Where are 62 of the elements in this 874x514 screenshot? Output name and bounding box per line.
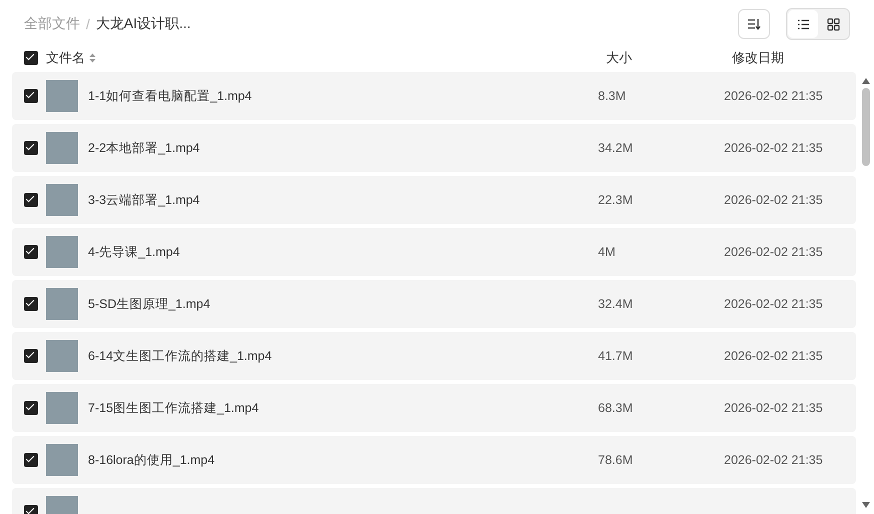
modified-date: 2026-02-02 21:35 [724, 89, 823, 103]
sort-button[interactable] [738, 9, 770, 39]
checkbox[interactable] [24, 245, 38, 259]
file-size: 34.2M [598, 141, 634, 155]
thumbnail-placeholder [46, 132, 78, 164]
checkbox[interactable] [24, 89, 38, 103]
column-header[interactable]: 文件名 [46, 49, 85, 67]
file-size: 8.3M [598, 89, 627, 103]
checkbox[interactable] [24, 141, 38, 155]
file-row[interactable]: 3-3云端部署_1.mp4 22.3M 2026-02-02 21:35 [12, 176, 856, 224]
file-name: 5-SD生图原理_1.mp4 [88, 296, 212, 312]
breadcrumb-item[interactable]: 大龙AI设计职... [96, 15, 191, 33]
modified-date: 2026-02-02 21:35 [724, 193, 823, 207]
file-size: 4M [598, 245, 616, 259]
thumbnail-placeholder [46, 236, 78, 268]
file-name: 6-14文生图工作流的搭建_1.mp4 [88, 348, 273, 364]
list-view-button[interactable] [788, 10, 818, 38]
scroll-up-icon[interactable] [862, 78, 870, 84]
file-name: 4-先导课_1.mp4 [88, 244, 181, 260]
file-name: 3-3云端部署_1.mp4 [88, 192, 201, 208]
file-row[interactable]: 5-SD生图原理_1.mp4 32.4M 2026-02-02 21:35 [12, 280, 856, 328]
file-row[interactable]: 8-16lora的使用_1.mp4 78.6M 2026-02-02 21:35 [12, 436, 856, 484]
checkbox[interactable] [24, 51, 38, 65]
checkbox[interactable] [24, 297, 38, 311]
file-size: 32.4M [598, 297, 634, 311]
modified-date: 2026-02-02 21:35 [724, 453, 823, 467]
thumbnail-placeholder [46, 184, 78, 216]
file-row[interactable]: 2-2本地部署_1.mp4 34.2M 2026-02-02 21:35 [12, 124, 856, 172]
file-size: 78.6M [598, 453, 634, 467]
modified-date: 2026-02-02 21:35 [724, 297, 823, 311]
file-name: 1-1如何查看电脑配置_1.mp4 [88, 88, 253, 104]
sort-order-icon [747, 18, 761, 30]
thumbnail-placeholder [46, 444, 78, 476]
checkbox[interactable] [24, 349, 38, 363]
grid-icon [826, 18, 840, 30]
file-size: 41.7M [598, 349, 634, 363]
checkbox[interactable] [24, 193, 38, 207]
scrollbar-thumb[interactable] [862, 88, 870, 166]
file-size: 68.3M [598, 401, 634, 415]
file-row[interactable]: 6-14文生图工作流的搭建_1.mp4 41.7M 2026-02-02 21:35 [12, 332, 856, 380]
thumbnail-placeholder [46, 288, 78, 320]
list-icon [796, 18, 810, 30]
column-header[interactable]: 修改日期 [732, 49, 784, 67]
file-name: 2-2本地部署_1.mp4 [88, 140, 201, 156]
modified-date: 2026-02-02 21:35 [724, 401, 823, 415]
thumbnail-placeholder [46, 340, 78, 372]
file-row[interactable]: 1-1如何查看电脑配置_1.mp4 8.3M 2026-02-02 21:35 [12, 72, 856, 120]
modified-date: 2026-02-02 21:35 [724, 245, 823, 259]
file-size: 22.3M [598, 193, 634, 207]
checkbox[interactable] [24, 401, 38, 415]
file-name: 7-15图生图工作流搭建_1.mp4 [88, 400, 260, 416]
modified-date: 2026-02-02 21:35 [724, 141, 823, 155]
column-header[interactable]: 大小 [606, 50, 632, 65]
checkbox[interactable] [24, 453, 38, 467]
scroll-down-icon[interactable] [862, 502, 870, 508]
file-name: 8-16lora的使用_1.mp4 [88, 452, 216, 468]
thumbnail-placeholder [46, 80, 78, 112]
file-row[interactable]: 7-15图生图工作流搭建_1.mp4 68.3M 2026-02-02 21:35 [12, 384, 856, 432]
file-row[interactable]: 4-先导课_1.mp4 4M 2026-02-02 21:35 [12, 228, 856, 276]
modified-date: 2026-02-02 21:35 [724, 349, 823, 363]
breadcrumb-separator: / [86, 16, 90, 32]
thumbnail-placeholder [46, 392, 78, 424]
